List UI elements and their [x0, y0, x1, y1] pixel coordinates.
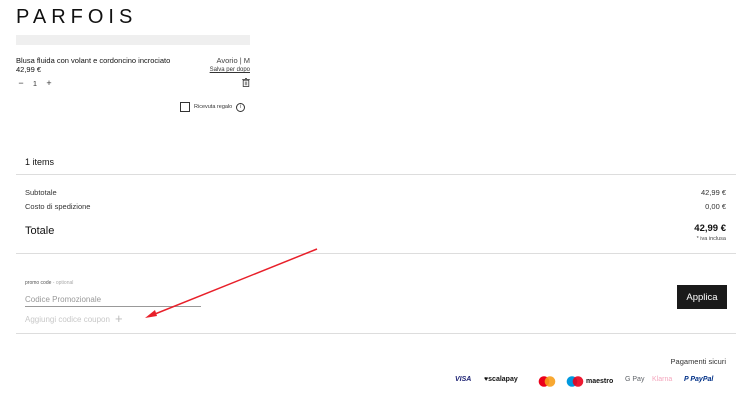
product-name[interactable]: Blusa fluida con volant e cordoncino inc… [16, 56, 170, 65]
increase-quantity-button[interactable]: + [44, 78, 54, 88]
secure-payments-title: Pagamenti sicuri [670, 357, 726, 366]
decrease-quantity-button[interactable]: − [16, 78, 26, 88]
divider [16, 253, 736, 254]
trash-icon[interactable] [242, 78, 250, 87]
divider [16, 333, 736, 334]
subtotal-value: 42,99 € [700, 188, 726, 197]
paypal-logo: P PayPal [684, 376, 713, 383]
maestro-logo: maestro [566, 376, 613, 387]
add-coupon-label: Aggiungi codice coupon [25, 314, 110, 324]
plus-icon: + [114, 311, 123, 326]
mastercard-icon [538, 376, 556, 387]
total-label: Totale [25, 225, 55, 237]
gift-receipt-option: Ricevuta regalo i [180, 102, 246, 112]
gpay-logo: G Pay [625, 376, 645, 383]
total-value: 42,99 € [694, 223, 726, 234]
promo-optional-text: - optional [52, 280, 74, 286]
promo-code-input[interactable] [25, 292, 201, 307]
product-price: 42,99 € [16, 65, 42, 74]
product-variant: Avorio | M [216, 56, 251, 65]
apply-promo-button[interactable]: Applica [677, 285, 727, 309]
shipping-label: Costo di spedizione [25, 202, 91, 211]
arrow-head [145, 310, 157, 318]
scalapay-logo: ♥scalapay [484, 376, 518, 383]
gift-receipt-label: Ricevuta regalo [194, 104, 233, 110]
quantity-value: 1 [32, 78, 38, 88]
info-icon[interactable]: i [236, 102, 246, 112]
shipping-value: 0,00 € [705, 202, 726, 211]
maestro-icon [566, 376, 584, 387]
visa-logo: VISA [455, 376, 472, 383]
gift-receipt-checkbox[interactable] [180, 102, 190, 112]
klarna-logo: Klarna [652, 376, 673, 383]
paypal-icon: P [684, 376, 689, 383]
add-coupon-button[interactable]: Aggiungi codice coupon + [25, 311, 123, 326]
promo-code-label: promo code - optional [25, 280, 73, 286]
product-image[interactable] [16, 35, 250, 45]
promo-code-label-text: promo code [25, 280, 52, 286]
vat-note: * iva inclusa [696, 236, 726, 242]
divider [16, 174, 736, 175]
save-for-later-link[interactable]: Salva per dopo [210, 67, 250, 73]
subtotal-label: Subtotale [25, 188, 57, 197]
quantity-stepper: − 1 + [16, 78, 54, 88]
items-count: 1 items [25, 157, 55, 167]
paypal-label: PayPal [690, 376, 714, 383]
brand-logo[interactable]: PARFOIS [16, 6, 137, 29]
maestro-label: maestro [586, 378, 614, 385]
